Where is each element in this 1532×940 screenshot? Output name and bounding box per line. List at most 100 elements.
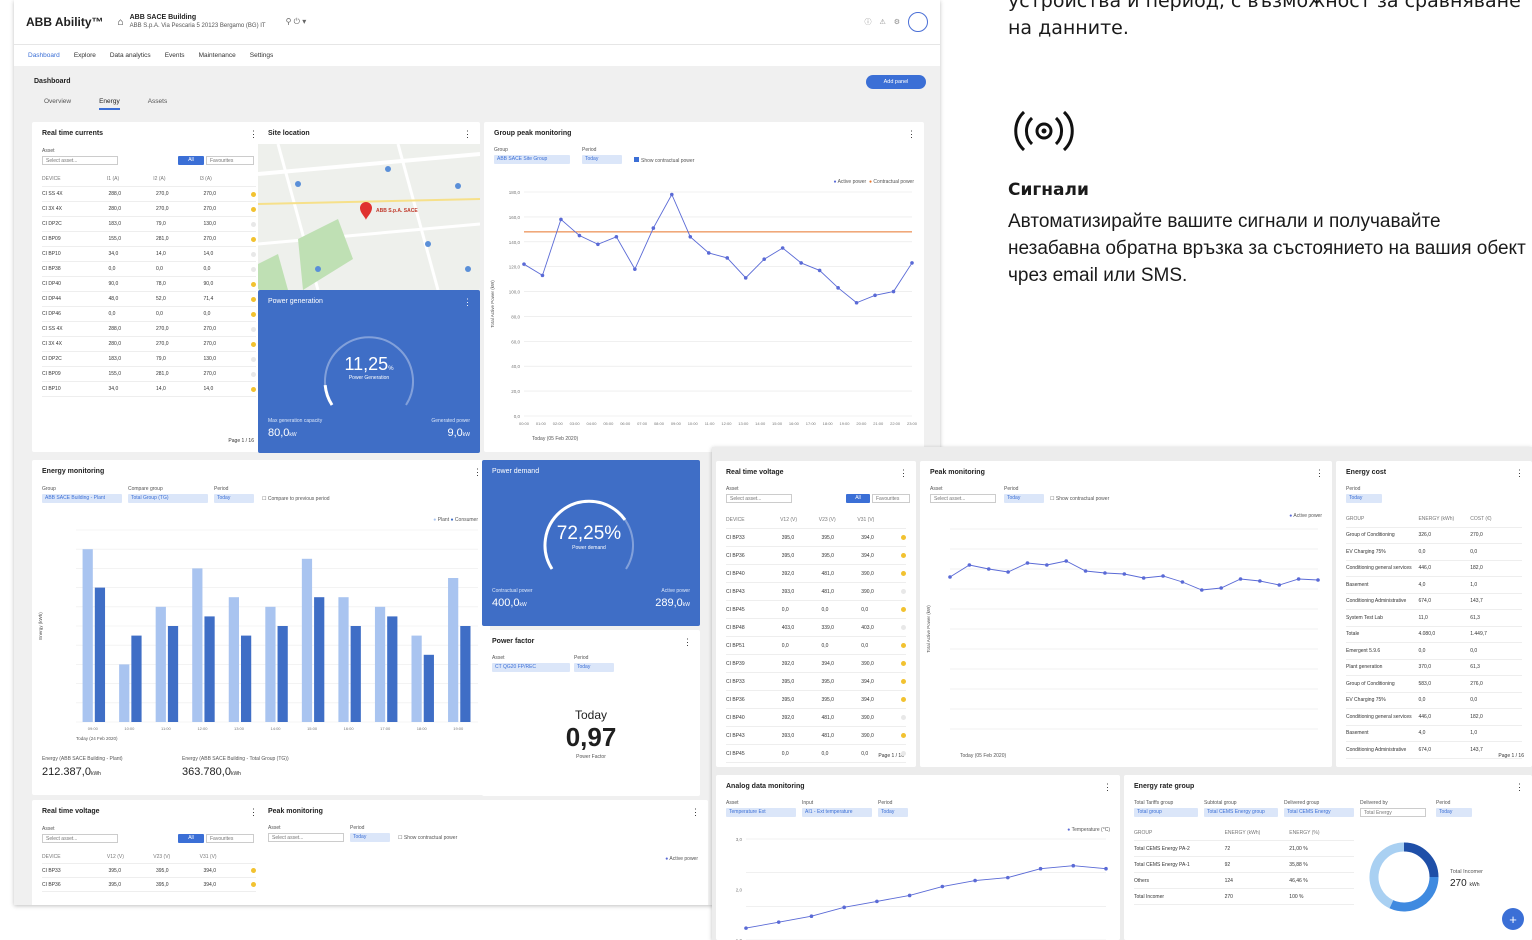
favourite-icon[interactable]	[251, 868, 256, 873]
favourite-icon[interactable]	[251, 296, 256, 302]
table-row[interactable]: Total CEMS Energy PA-1 92 35,88 %	[1134, 857, 1354, 873]
favourite-icon[interactable]	[251, 386, 256, 392]
nav-events[interactable]: Events	[165, 52, 185, 59]
table-row[interactable]: CI DP2C 183,0 79,0 130,0	[42, 352, 256, 367]
asset-select[interactable]: Select asset...	[930, 494, 996, 503]
table-row[interactable]: CI DP40 90,0 78,0 90,0	[42, 277, 256, 292]
kebab-menu-icon[interactable]: ⋮	[1515, 468, 1524, 479]
group-select[interactable]: ABB SACE Site Group	[494, 155, 570, 164]
period-select[interactable]: Today	[214, 494, 254, 503]
favourite-icon[interactable]	[900, 643, 906, 648]
tariffs-group-select[interactable]: Total group	[1134, 808, 1198, 817]
table-row[interactable]: Conditioning general services 446,0 182,0	[1346, 561, 1522, 577]
kebab-menu-icon[interactable]: ⋮	[907, 129, 916, 140]
table-row[interactable]: Conditioning Administrative 674,0 143,7	[1346, 594, 1522, 610]
asset-select[interactable]: Select asset...	[42, 834, 118, 843]
kebab-menu-icon[interactable]: ⋮	[683, 637, 692, 648]
toggle-favourites-button[interactable]: Favourites	[206, 156, 254, 165]
help-icon[interactable]: ⓘ	[864, 17, 871, 27]
contractual-checkbox[interactable]: ☐ Show contractual power	[398, 835, 457, 841]
toggle-all-button[interactable]: All	[178, 156, 204, 165]
favourite-icon[interactable]	[251, 281, 256, 287]
table-row[interactable]: Group of Conditioning 326,0 270,0	[1346, 528, 1522, 544]
table-row[interactable]: Plant generation 370,0 61,3	[1346, 660, 1522, 676]
table-row[interactable]: CI BP36 395,0 395,0 394,0	[726, 691, 906, 709]
favourite-icon[interactable]	[251, 266, 256, 272]
input-select[interactable]: AI1 - Ext temperature	[802, 808, 872, 817]
settings-icon[interactable]: ⚙	[894, 18, 900, 26]
table-row[interactable]: CI SS 4X 288,0 270,0 270,0	[42, 322, 256, 337]
delivered-by-select[interactable]: Total Energy	[1360, 808, 1426, 817]
table-row[interactable]: CI BP40 392,0 481,0 390,0	[726, 565, 906, 583]
favourite-icon[interactable]	[900, 679, 906, 684]
table-row[interactable]: CI BP10 34,0 14,0 14,0	[42, 247, 256, 262]
table-row[interactable]: Conditioning general services 446,0 182,0	[1346, 709, 1522, 726]
favourite-icon[interactable]	[251, 326, 256, 332]
favourite-icon[interactable]	[900, 607, 906, 612]
asset-select[interactable]: CT QG20 FP/REC	[492, 663, 570, 672]
table-row[interactable]: CI BP43 393,0 481,0 390,0	[726, 583, 906, 601]
table-row[interactable]: CI DP46 0,0 0,0 0,0	[42, 307, 256, 322]
table-row[interactable]: CI BP43 393,0 481,0 390,0	[726, 727, 906, 745]
favourite-icon[interactable]	[900, 715, 906, 720]
period-select[interactable]: Today	[1346, 494, 1382, 503]
kebab-menu-icon[interactable]: ⋮	[1515, 782, 1524, 793]
contractual-checkbox[interactable]: Show contractual power	[634, 157, 694, 164]
table-row[interactable]: CI BP45 0,0 0,0 0,0	[726, 745, 906, 763]
toggle-favourites-button[interactable]: Favourites	[206, 834, 254, 843]
favourite-icon[interactable]	[900, 553, 906, 558]
favourite-icon[interactable]	[900, 661, 906, 666]
table-row[interactable]: EV Charging 75% 0,0 0,0	[1346, 544, 1522, 561]
period-select[interactable]: Today	[582, 155, 622, 164]
kebab-menu-icon[interactable]: ⋮	[249, 129, 258, 140]
table-row[interactable]: Basement 4,0 1,0	[1346, 577, 1522, 594]
favourite-icon[interactable]	[900, 751, 906, 756]
subtotal-group-select[interactable]: Total CEMS Energy group	[1204, 808, 1278, 817]
favourite-icon[interactable]	[251, 341, 256, 347]
compare-group-select[interactable]: Total Group (TG)	[128, 494, 208, 503]
table-row[interactable]: EV Charging 75% 0,0 0,0	[1346, 693, 1522, 709]
table-row[interactable]: CI 3X 4X 280,0 270,0 270,0	[42, 337, 256, 352]
table-row[interactable]: CI DP44 48,0 52,0 71,4	[42, 292, 256, 307]
toggle-all-button[interactable]: All	[178, 834, 204, 843]
nav-maintenance[interactable]: Maintenance	[199, 52, 236, 59]
favourite-icon[interactable]	[900, 571, 906, 576]
table-row[interactable]: Total CEMS Energy PA-2 72 21,00 %	[1134, 841, 1354, 857]
table-row[interactable]: CI 3X 4X 280,0 270,0 270,0	[42, 202, 256, 217]
favourite-icon[interactable]	[900, 625, 906, 630]
table-row[interactable]: Totale 4.080,0 1.449,7	[1346, 627, 1522, 643]
period-select[interactable]: Today	[878, 808, 908, 817]
user-icon[interactable]: ⚲ ⏻ ▾	[286, 17, 307, 27]
pagination[interactable]: Page 1 / 16	[228, 438, 254, 444]
favourite-icon[interactable]	[251, 251, 256, 257]
notification-icon[interactable]: ⚠	[879, 18, 885, 26]
table-row[interactable]: Emergent 5.9.6 0,0 0,0	[1346, 643, 1522, 660]
kebab-menu-icon[interactable]: ⋮	[473, 467, 482, 478]
asset-select[interactable]: Select asset...	[726, 494, 792, 503]
table-row[interactable]: CI BP51 0,0 0,0 0,0	[726, 637, 906, 655]
favourite-icon[interactable]	[251, 191, 256, 197]
favourite-icon[interactable]	[900, 697, 906, 702]
add-panel-button[interactable]: Add panel	[866, 75, 926, 89]
tab-energy[interactable]: Energy	[99, 98, 120, 110]
favourite-icon[interactable]	[251, 356, 256, 362]
site-selector[interactable]: ABB SACE Building ABB S.p.A. Via Pescari…	[130, 14, 266, 30]
table-row[interactable]: CI BP38 0,0 0,0 0,0	[42, 262, 256, 277]
asset-select[interactable]: Select asset...	[42, 156, 118, 165]
table-row[interactable]: CI BP36 395,0 395,0 394,0	[42, 878, 256, 892]
toggle-favourites-button[interactable]: Favourites	[872, 494, 910, 503]
table-row[interactable]: CI BP39 392,0 394,0 390,0	[726, 655, 906, 673]
table-row[interactable]: CI BP36 395,0 395,0 394,0	[726, 547, 906, 565]
period-select[interactable]: Today	[1436, 808, 1472, 817]
kebab-menu-icon[interactable]: ⋮	[463, 297, 472, 308]
favourite-icon[interactable]	[251, 311, 256, 317]
contractual-checkbox[interactable]: ☐ Show contractual power	[1050, 496, 1109, 502]
group-select[interactable]: ABB SACE Building - Plant	[42, 494, 122, 503]
favourite-icon[interactable]	[251, 206, 256, 212]
kebab-menu-icon[interactable]: ⋮	[1103, 782, 1112, 793]
asset-select[interactable]: Temperature Ext	[726, 808, 796, 817]
add-fab-button[interactable]: +	[1502, 908, 1524, 930]
nav-data-analytics[interactable]: Data analytics	[110, 52, 151, 59]
site-map[interactable]	[258, 144, 480, 290]
period-select[interactable]: Today	[574, 663, 614, 672]
